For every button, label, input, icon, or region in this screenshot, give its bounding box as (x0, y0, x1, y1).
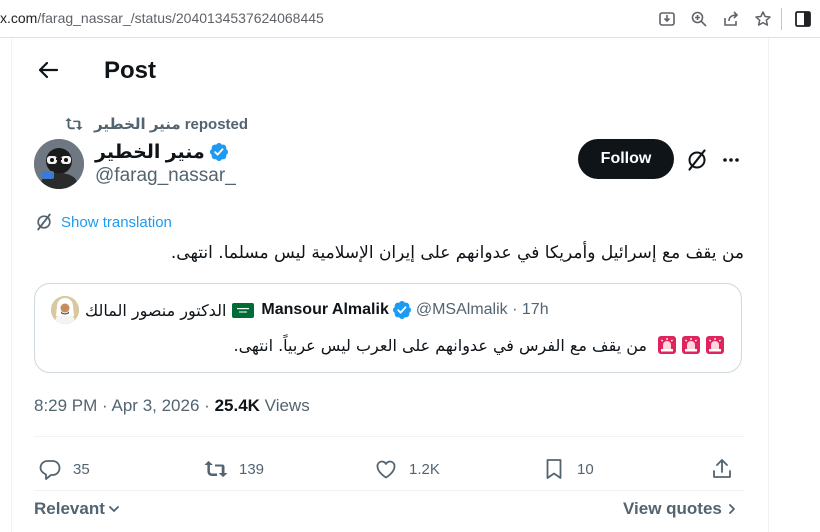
views-label: Views (264, 396, 310, 415)
post-meta: 8:29 PM · Apr 3, 2026 · 25.4K Views (34, 396, 310, 416)
bookmark-icon (542, 457, 566, 481)
siren-icon (705, 335, 725, 355)
bookmark-star-icon[interactable] (747, 6, 779, 32)
url-host: x.com (0, 10, 38, 26)
siren-icon (681, 335, 701, 355)
show-translation-label: Show translation (61, 213, 172, 231)
side-panel-icon[interactable] (786, 6, 820, 32)
left-sidebar-edge (0, 38, 12, 532)
meta-separator: · (102, 396, 108, 415)
quoted-post[interactable]: الدكتور منصور المالك Mansour Almalik @MS… (34, 283, 742, 373)
heart-icon (374, 457, 398, 481)
sort-replies-dropdown[interactable]: Relevant (34, 499, 121, 519)
zoom-icon[interactable] (683, 6, 715, 32)
like-button[interactable]: 1.2K (374, 456, 440, 482)
action-bar: 35 139 1.2K 10 (34, 456, 744, 482)
bookmark-button[interactable]: 10 (542, 456, 594, 482)
url-path: /farag_nassar_/status/204013453762406844… (37, 10, 324, 26)
quoted-handle-text: @MSAlmalik (415, 301, 508, 318)
browser-url-bar: x.com/farag_nassar_/status/2040134537624… (0, 0, 820, 38)
post-text: من يقف مع إسرائيل وأمريكا في عدوانهم على… (34, 241, 744, 265)
share-icon[interactable] (715, 6, 747, 32)
bookmark-count: 10 (577, 460, 594, 478)
divider (34, 490, 744, 491)
share-button[interactable] (710, 456, 745, 482)
author-info: منير الخطير @farag_nassar_ (95, 140, 236, 187)
saudi-flag-icon (232, 302, 255, 318)
quoted-separator: · (512, 301, 518, 318)
quoted-avatar[interactable] (51, 296, 79, 324)
install-app-icon[interactable] (651, 6, 683, 32)
author-name[interactable]: منير الخطير (95, 141, 205, 164)
view-quotes-label: View quotes (623, 499, 722, 518)
reply-button[interactable]: 35 (38, 456, 90, 482)
show-translation-link[interactable]: Show translation (34, 212, 172, 232)
grok-icon[interactable] (684, 147, 710, 173)
chevron-right-icon (725, 502, 739, 516)
quoted-time: 17h (521, 301, 549, 318)
repost-icon (64, 114, 84, 134)
arrow-left-icon (38, 61, 59, 79)
siren-icon (657, 335, 677, 355)
post-header: Post (12, 40, 768, 104)
reply-count: 35 (73, 460, 90, 478)
quoted-post-text: من يقف مع الفرس في عدوانهم على العرب ليس… (233, 333, 725, 357)
post-time[interactable]: 8:29 PM (34, 396, 97, 415)
reposter-name[interactable]: منير الخطير (94, 115, 181, 133)
page-title: Post (104, 57, 157, 84)
quoted-text-content: من يقف مع الفرس في عدوانهم على العرب ليس… (233, 335, 647, 355)
back-button[interactable] (32, 54, 64, 86)
chevron-down-icon (107, 502, 121, 516)
repost-indicator: منير الخطير reposted (64, 114, 248, 134)
avatar[interactable] (34, 139, 84, 189)
toolbar-divider (781, 8, 782, 30)
verified-badge-icon (209, 142, 229, 162)
post-text-content: من يقف مع إسرائيل وأمريكا في عدوانهم على… (170, 243, 744, 263)
sort-label: Relevant (34, 499, 105, 518)
post-date[interactable]: Apr 3, 2026 (112, 396, 200, 415)
like-count: 1.2K (409, 460, 440, 478)
repost-count: 139 (239, 460, 265, 478)
quoted-post-header: الدكتور منصور المالك Mansour Almalik @MS… (51, 296, 549, 324)
view-quotes-link[interactable]: View quotes (623, 499, 739, 519)
divider (34, 436, 744, 437)
quoted-verified-badge-icon (392, 300, 412, 320)
repost-button[interactable]: 139 (204, 456, 264, 482)
reposted-label: reposted (184, 115, 249, 133)
repost-icon (204, 457, 228, 481)
column-divider (768, 38, 769, 532)
views-count: 25.4K (214, 396, 260, 415)
translate-grok-icon (34, 212, 54, 232)
quoted-author-name[interactable]: Mansour Almalik (261, 301, 388, 319)
reply-icon (38, 457, 62, 481)
share-icon (710, 457, 734, 481)
meta-separator: · (204, 396, 210, 415)
quoted-arabic-name[interactable]: الدكتور منصور المالك (85, 301, 226, 320)
quoted-author-handle[interactable]: @MSAlmalik · 17h (416, 301, 549, 319)
author-handle[interactable]: @farag_nassar_ (95, 165, 236, 187)
address-bar[interactable]: x.com/farag_nassar_/status/2040134537624… (0, 10, 324, 26)
more-options-icon[interactable] (718, 147, 744, 173)
follow-button[interactable]: Follow (578, 139, 674, 179)
